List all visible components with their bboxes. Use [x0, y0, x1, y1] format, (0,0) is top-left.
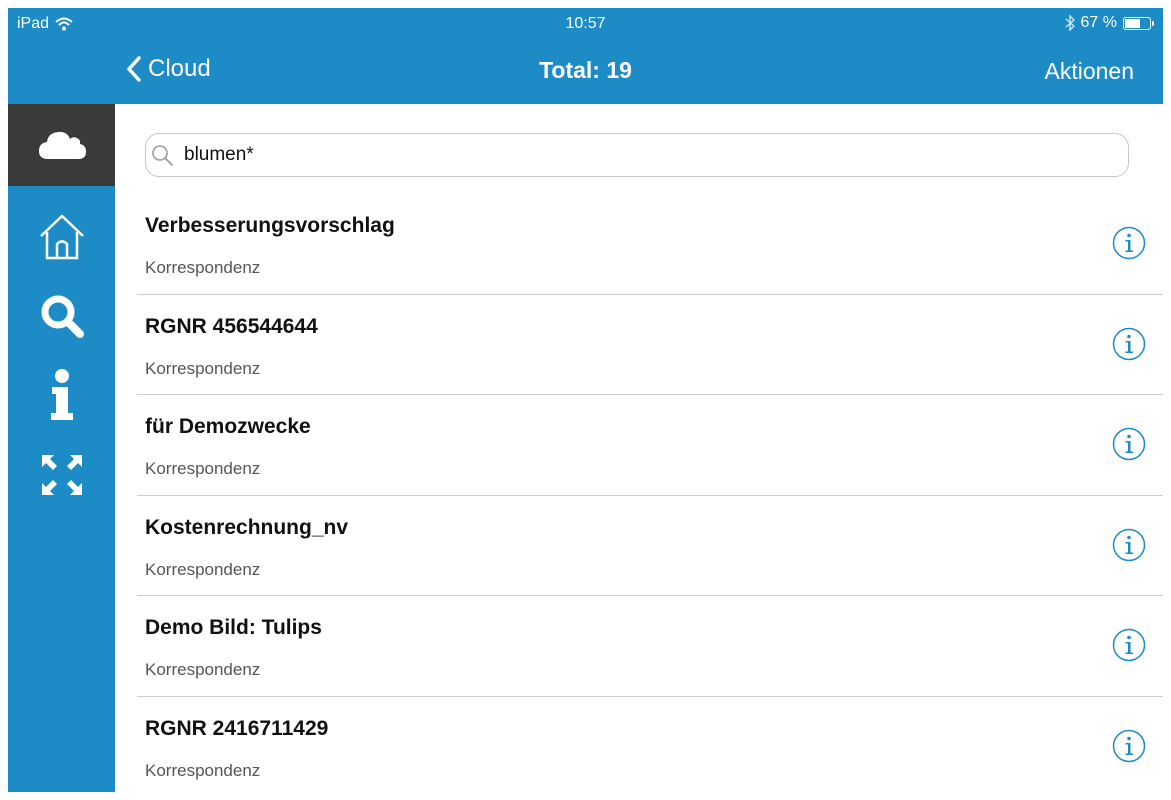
list-item[interactable]: Verbesserungsvorschlag Korrespondenz — [137, 194, 1163, 295]
sidebar — [8, 104, 115, 792]
status-bar: iPad 10:57 67 % — [8, 8, 1163, 40]
item-title: RGNR 456544644 — [145, 314, 318, 338]
item-subtitle: Korrespondenz — [145, 358, 261, 378]
battery-level — [1125, 18, 1141, 28]
item-title: für Demozwecke — [145, 415, 311, 438]
info-circle-icon[interactable] — [1112, 729, 1146, 763]
item-title: Kostenrechnung_nv — [145, 515, 349, 539]
clock: 10:57 — [565, 15, 606, 32]
expand-icon — [41, 455, 82, 495]
list-item[interactable]: Kostenrechnung_nv Korrespondenz — [137, 496, 1163, 596]
back-button[interactable]: Cloud — [126, 55, 211, 83]
info-circle-icon[interactable] — [1112, 628, 1146, 662]
item-title: Verbesserungsvorschlag — [145, 214, 395, 237]
item-subtitle: Korrespondenz — [145, 459, 261, 478]
battery-percent: 67 % — [1080, 14, 1117, 31]
item-subtitle: Korrespondenz — [145, 660, 261, 679]
item-subtitle: Korrespondenz — [145, 258, 261, 277]
search-input[interactable] — [184, 134, 1084, 176]
sidebar-item-home[interactable] — [8, 196, 115, 278]
back-label: Cloud — [148, 55, 211, 82]
list-item[interactable]: RGNR 2416711429 Korrespondenz — [137, 697, 1163, 793]
search-bar — [145, 133, 1129, 177]
item-title: RGNR 2416711429 — [145, 716, 329, 740]
info-circle-icon[interactable] — [1112, 427, 1146, 461]
home-icon — [39, 214, 84, 260]
battery-icon — [1123, 16, 1154, 30]
info-circle-icon[interactable] — [1112, 226, 1146, 260]
navigation-bar: Cloud Total: 19 Aktionen — [8, 40, 1163, 104]
sidebar-item-cloud[interactable] — [8, 104, 115, 186]
item-title: Demo Bild: Tulips — [145, 616, 322, 639]
app-frame: iPad 10:57 67 % Cloud Total: 19 Aktionen… — [8, 8, 1163, 792]
info-circle-icon[interactable] — [1112, 327, 1146, 361]
sidebar-item-info[interactable] — [8, 354, 115, 436]
cloud-icon — [38, 131, 86, 159]
item-subtitle: Korrespondenz — [145, 559, 261, 579]
list-item[interactable]: RGNR 456544644 Korrespondenz — [137, 295, 1163, 395]
list-item[interactable]: Demo Bild: Tulips Korrespondenz — [137, 596, 1163, 697]
sidebar-item-expand[interactable] — [8, 434, 115, 516]
chevron-left-icon — [127, 56, 141, 82]
sidebar-item-search[interactable] — [8, 275, 115, 357]
result-list: Verbesserungsvorschlag Korrespondenz RGNR … — [137, 194, 1163, 792]
search-icon — [41, 295, 84, 338]
actions-button[interactable]: Aktionen — [1044, 58, 1134, 85]
bluetooth-icon — [1065, 15, 1075, 31]
list-item[interactable]: für Demozwecke Korrespondenz — [137, 395, 1163, 496]
info-icon — [50, 369, 73, 420]
magnifier-icon — [152, 145, 173, 166]
info-circle-icon[interactable] — [1112, 528, 1146, 562]
item-subtitle: Korrespondenz — [145, 760, 261, 780]
